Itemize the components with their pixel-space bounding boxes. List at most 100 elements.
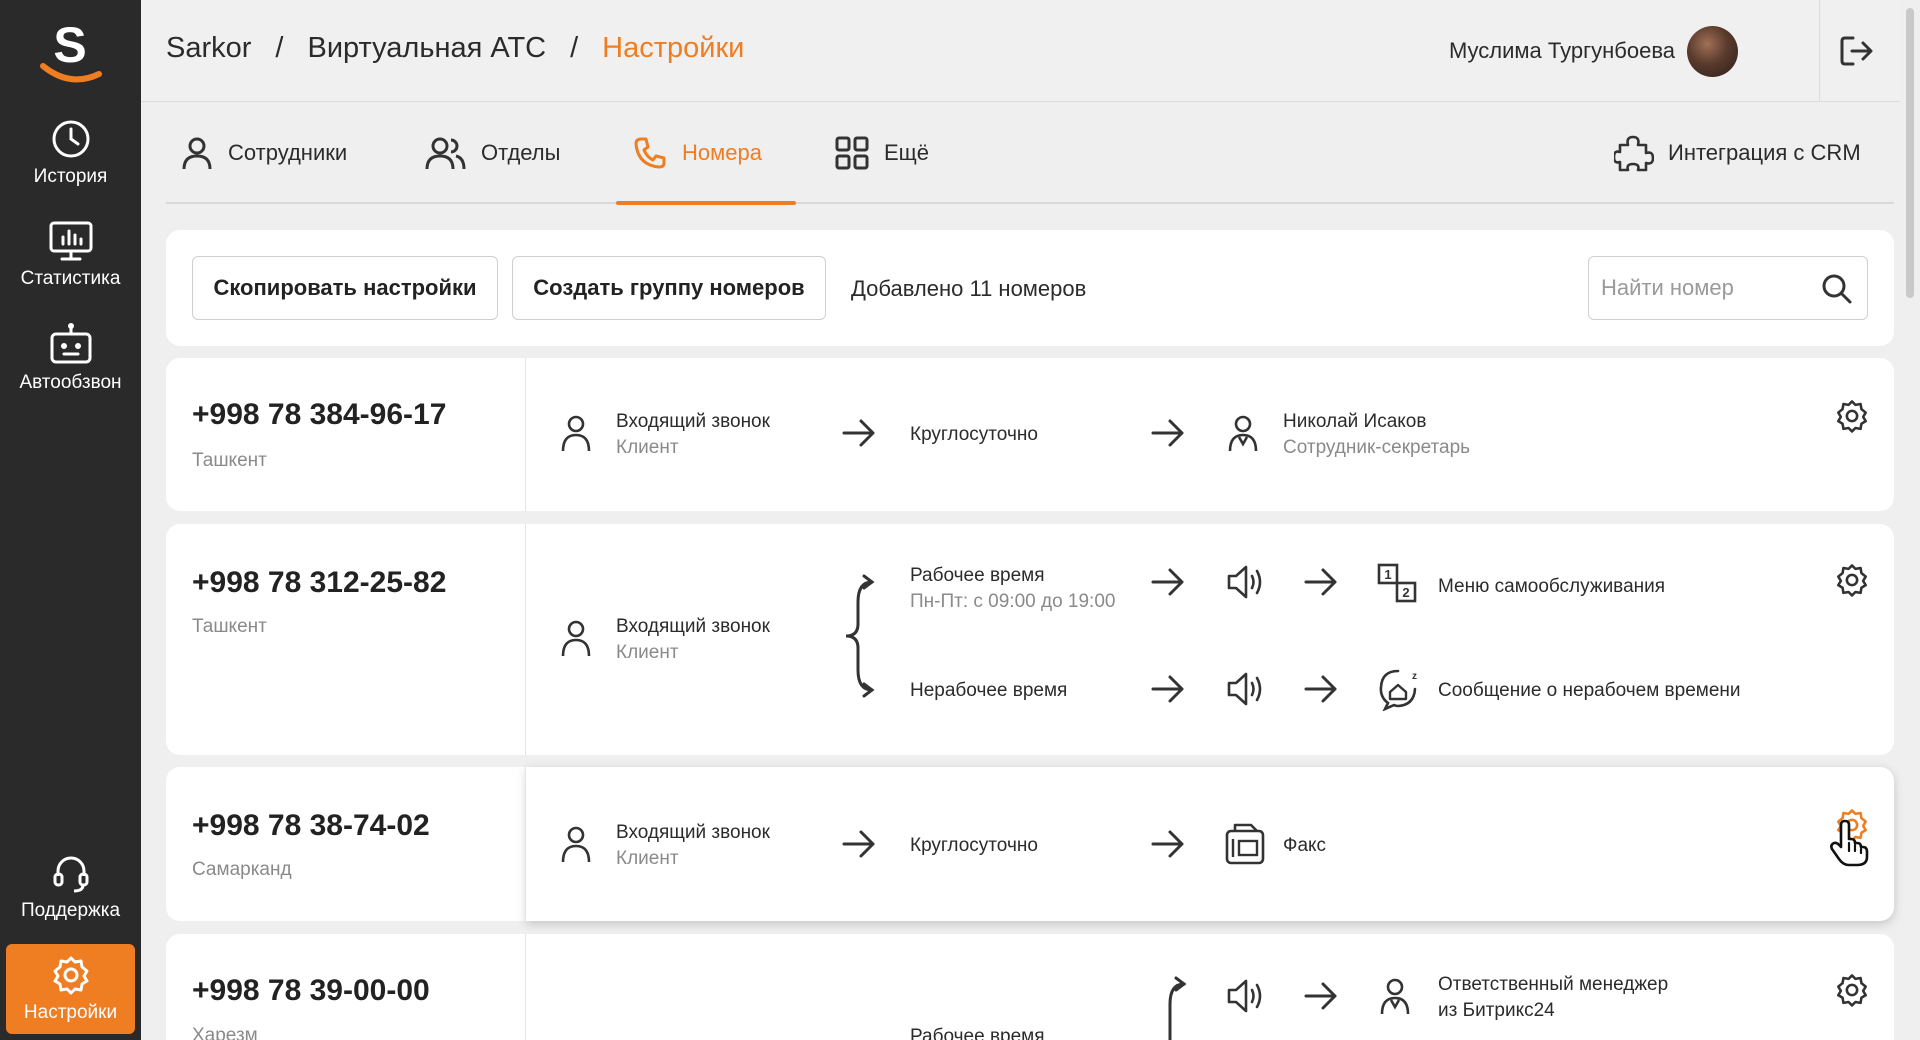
number-row[interactable]: +998 78 39-00-00 Харезм Рабочее время От… [166,934,1894,1040]
header-divider [1819,0,1820,101]
gear-icon[interactable] [1834,398,1870,434]
arrow-right-icon [842,830,875,858]
user-icon [561,620,591,657]
gear-icon[interactable] [1834,972,1870,1008]
headset-icon [53,856,88,893]
sidebar-item-label: Настройки [23,1002,118,1023]
breadcrumb: Sarkor / Виртуальная АТС / Настройки [166,32,744,65]
source-sublabel: Клиент [616,848,679,869]
user-icon [561,415,591,452]
svg-text:1: 1 [1384,567,1391,582]
grid-icon [835,136,869,170]
branch-brace-icon [1168,976,1187,1040]
sidebar-item-label: История [33,166,108,187]
tabs-bar: Сотрудники Отделы Номера Ещё Интеграция … [166,102,1894,205]
sidebar-item-history[interactable]: История [0,118,141,210]
sidebar-item-statistics[interactable]: Статистика [0,220,141,312]
branch-label: Рабочее время [910,1026,1045,1040]
breadcrumb-item[interactable]: Sarkor [166,32,251,65]
search-box [1588,256,1868,320]
toolbar-card: Скопировать настройки Создать группу ном… [166,230,1894,346]
sidebar-item-settings[interactable]: Настройки [6,944,135,1034]
target-label: Николай Исаков [1283,411,1427,432]
target-label: Сообщение о нерабочем времени [1438,680,1741,701]
arrow-right-icon [1151,568,1184,596]
employee-icon [1228,415,1258,452]
source-label: Входящий звонок [616,822,770,843]
off-hours-message-icon: z [1379,669,1417,711]
phone-icon [634,137,666,169]
city: Харезм [192,1025,258,1040]
arrow-right-icon [842,419,875,447]
tab-label: Ещё [884,140,930,165]
user-name[interactable]: Муслима Тургунбоева [1449,38,1675,64]
branch-brace-icon [845,574,875,698]
number-info: +998 78 312-25-82 Ташкент [166,524,526,755]
sidebar-item-label: Статистика [20,268,121,289]
arrow-right-icon [1304,675,1337,703]
target-label: Меню самообслуживания [1438,576,1666,597]
clock-icon [52,120,89,158]
target-label: Ответственный менеджер [1438,974,1669,995]
tab-label: Номера [682,140,762,165]
tab-label: Отделы [481,140,561,165]
robot-icon [50,323,91,364]
arrow-right-icon [1151,830,1184,858]
search-input[interactable] [1589,257,1809,318]
user-icon [182,137,212,170]
tab-departments[interactable]: Отделы [423,102,560,204]
tab-numbers[interactable]: Номера [632,102,762,204]
city: Самарканд [192,859,292,880]
sidebar-item-autodialer[interactable]: Автообзвон [0,322,141,414]
source-label: Входящий звонок [616,411,770,432]
scrollbar[interactable] [1904,0,1916,1040]
manager-icon [1380,978,1410,1015]
breadcrumb-separator: / [570,32,579,64]
arrow-right-icon [1151,675,1184,703]
speaker-icon [1227,979,1262,1013]
tab-crm-integration[interactable]: Интеграция с CRM [1614,102,1861,204]
source-sublabel: Клиент [616,437,679,458]
create-number-group-button[interactable]: Создать группу номеров [512,256,826,320]
source-sublabel: Клиент [616,642,679,663]
search-icon[interactable] [1821,273,1853,305]
puzzle-icon [1614,135,1654,172]
number-row[interactable]: +998 78 384-96-17 Ташкент Входящий звоно… [166,358,1894,511]
sidebar-item-support[interactable]: Поддержка [0,852,141,944]
tab-more[interactable]: Ещё [834,102,929,204]
number-info: +998 78 39-00-00 Харезм [166,934,526,1040]
phone-number: +998 78 312-25-82 [192,566,447,599]
target-sublabel: Сотрудник-секретарь [1283,437,1471,458]
arrow-right-icon [1304,982,1337,1010]
breadcrumb-item[interactable]: Виртуальная АТС [307,32,546,65]
schedule-label: Круглосуточно [910,835,1038,856]
target-label-line2: из Битрикс24 [1438,1000,1555,1021]
scrollbar-thumb[interactable] [1906,8,1914,298]
gear-icon [53,956,88,995]
user-icon [561,826,591,863]
speaker-icon [1227,565,1262,599]
hand-cursor-icon [1830,819,1869,867]
city: Ташкент [192,450,267,471]
svg-text:z: z [1412,671,1417,682]
logout-icon[interactable] [1837,32,1875,70]
avatar[interactable] [1687,26,1738,77]
tab-employees[interactable]: Сотрудники [180,102,347,204]
row-hover-panel [526,767,1894,921]
number-row[interactable]: +998 78 312-25-82 Ташкент Входящий звоно… [166,524,1894,755]
city: Ташкент [192,616,267,637]
number-info: +998 78 38-74-02 Самарканд [166,767,526,921]
monitor-chart-icon [49,221,92,261]
sidebar-item-label: Поддержка [20,900,121,921]
numbers-count: Добавлено 11 номеров [851,276,1087,301]
copy-settings-button[interactable]: Скопировать настройки [192,256,498,320]
sidebar: S История Статистика Автообзвон Поддержк… [0,0,141,1040]
breadcrumb-separator: / [275,32,284,64]
branch-sublabel: Пн-Пт: с 09:00 до 19:00 [910,591,1116,612]
svg-text:S: S [53,17,86,73]
sarkor-logo[interactable]: S [35,16,105,86]
number-info: +998 78 384-96-17 Ташкент [166,358,526,511]
svg-text:2: 2 [1402,585,1409,600]
number-row[interactable]: +998 78 38-74-02 Самарканд Входящий звон… [166,767,1894,921]
gear-icon[interactable] [1834,562,1870,598]
